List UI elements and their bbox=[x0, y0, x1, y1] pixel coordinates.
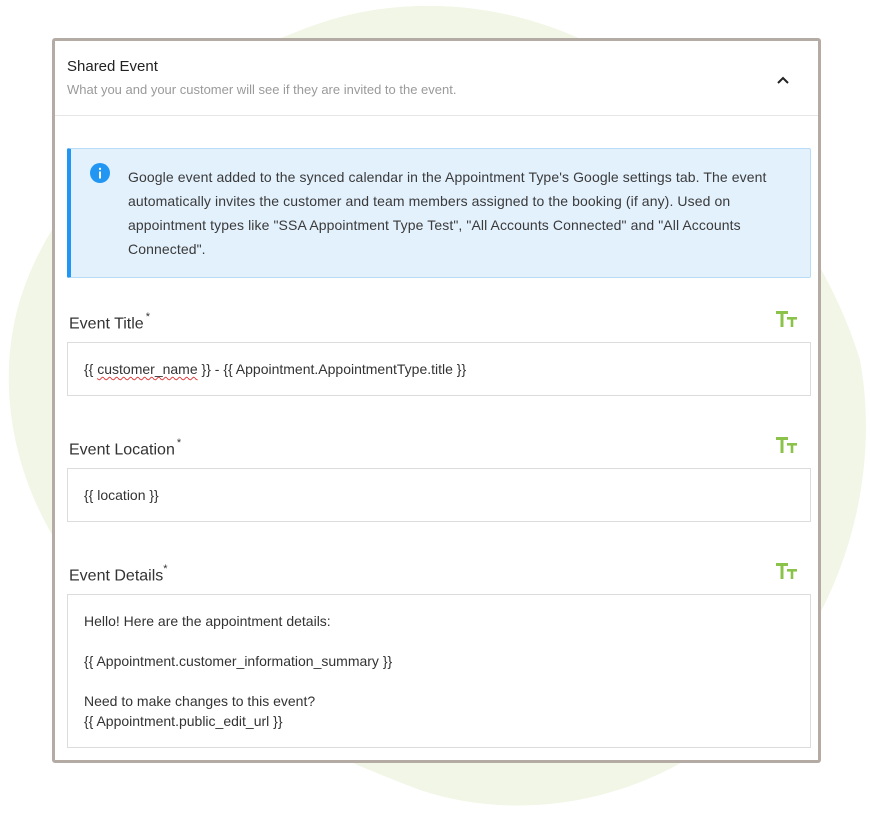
event-location-value: {{ location }} bbox=[84, 487, 159, 503]
event-title-value-prefix: {{ bbox=[84, 361, 98, 377]
event-location-label-text: Event Location bbox=[69, 441, 175, 459]
misspelled-token: customer_name bbox=[97, 361, 198, 377]
text-size-icon[interactable] bbox=[776, 311, 798, 329]
details-line: {{ Appointment.public_edit_url }} bbox=[84, 713, 283, 729]
chevron-up-icon bbox=[777, 76, 789, 84]
details-line: {{ Appointment.customer_information_summ… bbox=[84, 653, 393, 669]
event-title-value-suffix: }} - {{ Appointment.AppointmentType.titl… bbox=[197, 361, 467, 377]
event-title-label-text: Event Title bbox=[69, 315, 144, 333]
panel-subtitle: What you and your customer will see if t… bbox=[67, 82, 457, 97]
event-details-field[interactable]: Hello! Here are the appointment details:… bbox=[67, 594, 811, 748]
event-title-field[interactable]: {{ customer_name }} - {{ Appointment.App… bbox=[67, 342, 811, 396]
details-line: Need to make changes to this event? bbox=[84, 693, 316, 709]
info-notice: Google event added to the synced calenda… bbox=[67, 148, 811, 278]
required-mark: * bbox=[145, 311, 150, 323]
event-location-field[interactable]: {{ location }} bbox=[67, 468, 811, 522]
info-notice-text: Google event added to the synced calenda… bbox=[128, 169, 767, 257]
event-details-label: Event Details* bbox=[69, 563, 168, 585]
text-size-icon[interactable] bbox=[776, 437, 798, 455]
panel-title: Shared Event bbox=[67, 58, 158, 75]
collapse-button[interactable] bbox=[768, 65, 798, 95]
panel-header[interactable]: Shared Event What you and your customer … bbox=[55, 41, 818, 116]
event-location-label: Event Location * bbox=[69, 437, 182, 459]
event-title-label: Event Title * bbox=[69, 311, 150, 333]
event-title-value: {{ customer_name }} - {{ Appointment.App… bbox=[84, 361, 466, 377]
required-mark: * bbox=[163, 563, 168, 575]
details-line: Hello! Here are the appointment details: bbox=[84, 613, 331, 629]
info-circle-icon bbox=[90, 163, 110, 183]
event-details-label-text: Event Details bbox=[69, 567, 164, 585]
required-mark: * bbox=[176, 437, 182, 449]
shared-event-panel: Shared Event What you and your customer … bbox=[52, 38, 821, 763]
text-size-icon[interactable] bbox=[776, 563, 798, 581]
